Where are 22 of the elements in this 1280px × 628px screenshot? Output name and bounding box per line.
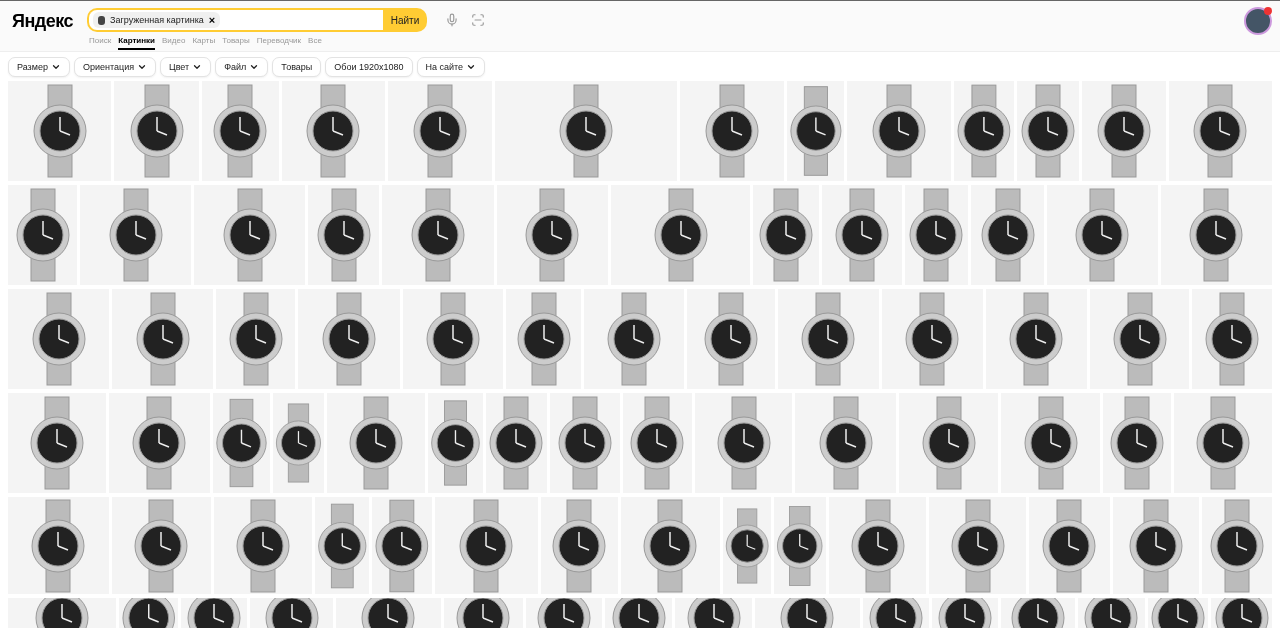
chevron-icon (249, 62, 260, 72)
filter-button[interactable]: На сайте (416, 57, 486, 77)
filter-button[interactable]: Товары (272, 57, 322, 77)
search-field[interactable]: Загруженная картинка × (87, 8, 384, 32)
filter-button[interactable]: Ориентация (73, 57, 157, 77)
filter-button[interactable]: Файл (215, 57, 269, 77)
microphone-icon[interactable] (445, 13, 460, 27)
yandex-logo[interactable]: Яндекс (12, 11, 74, 32)
chevron-icon (192, 62, 203, 72)
image-thumbnail-icon (98, 15, 106, 25)
nav-tab[interactable]: Картинки (118, 36, 155, 50)
camera-scan-icon[interactable] (471, 13, 486, 27)
filter-button[interactable]: Обои 1920x1080 (325, 57, 413, 77)
close-button[interactable]: × (208, 14, 216, 26)
chevron-icon (50, 62, 61, 72)
filter-button[interactable]: Размер (8, 57, 70, 77)
search-button[interactable]: Найти (383, 8, 428, 32)
filter-button[interactable]: Цвет (160, 57, 212, 77)
chip-label: Загруженная картинка (110, 15, 204, 25)
chevron-icon (466, 62, 477, 72)
user-avatar[interactable] (1244, 7, 1272, 35)
chevron-icon (137, 62, 148, 72)
